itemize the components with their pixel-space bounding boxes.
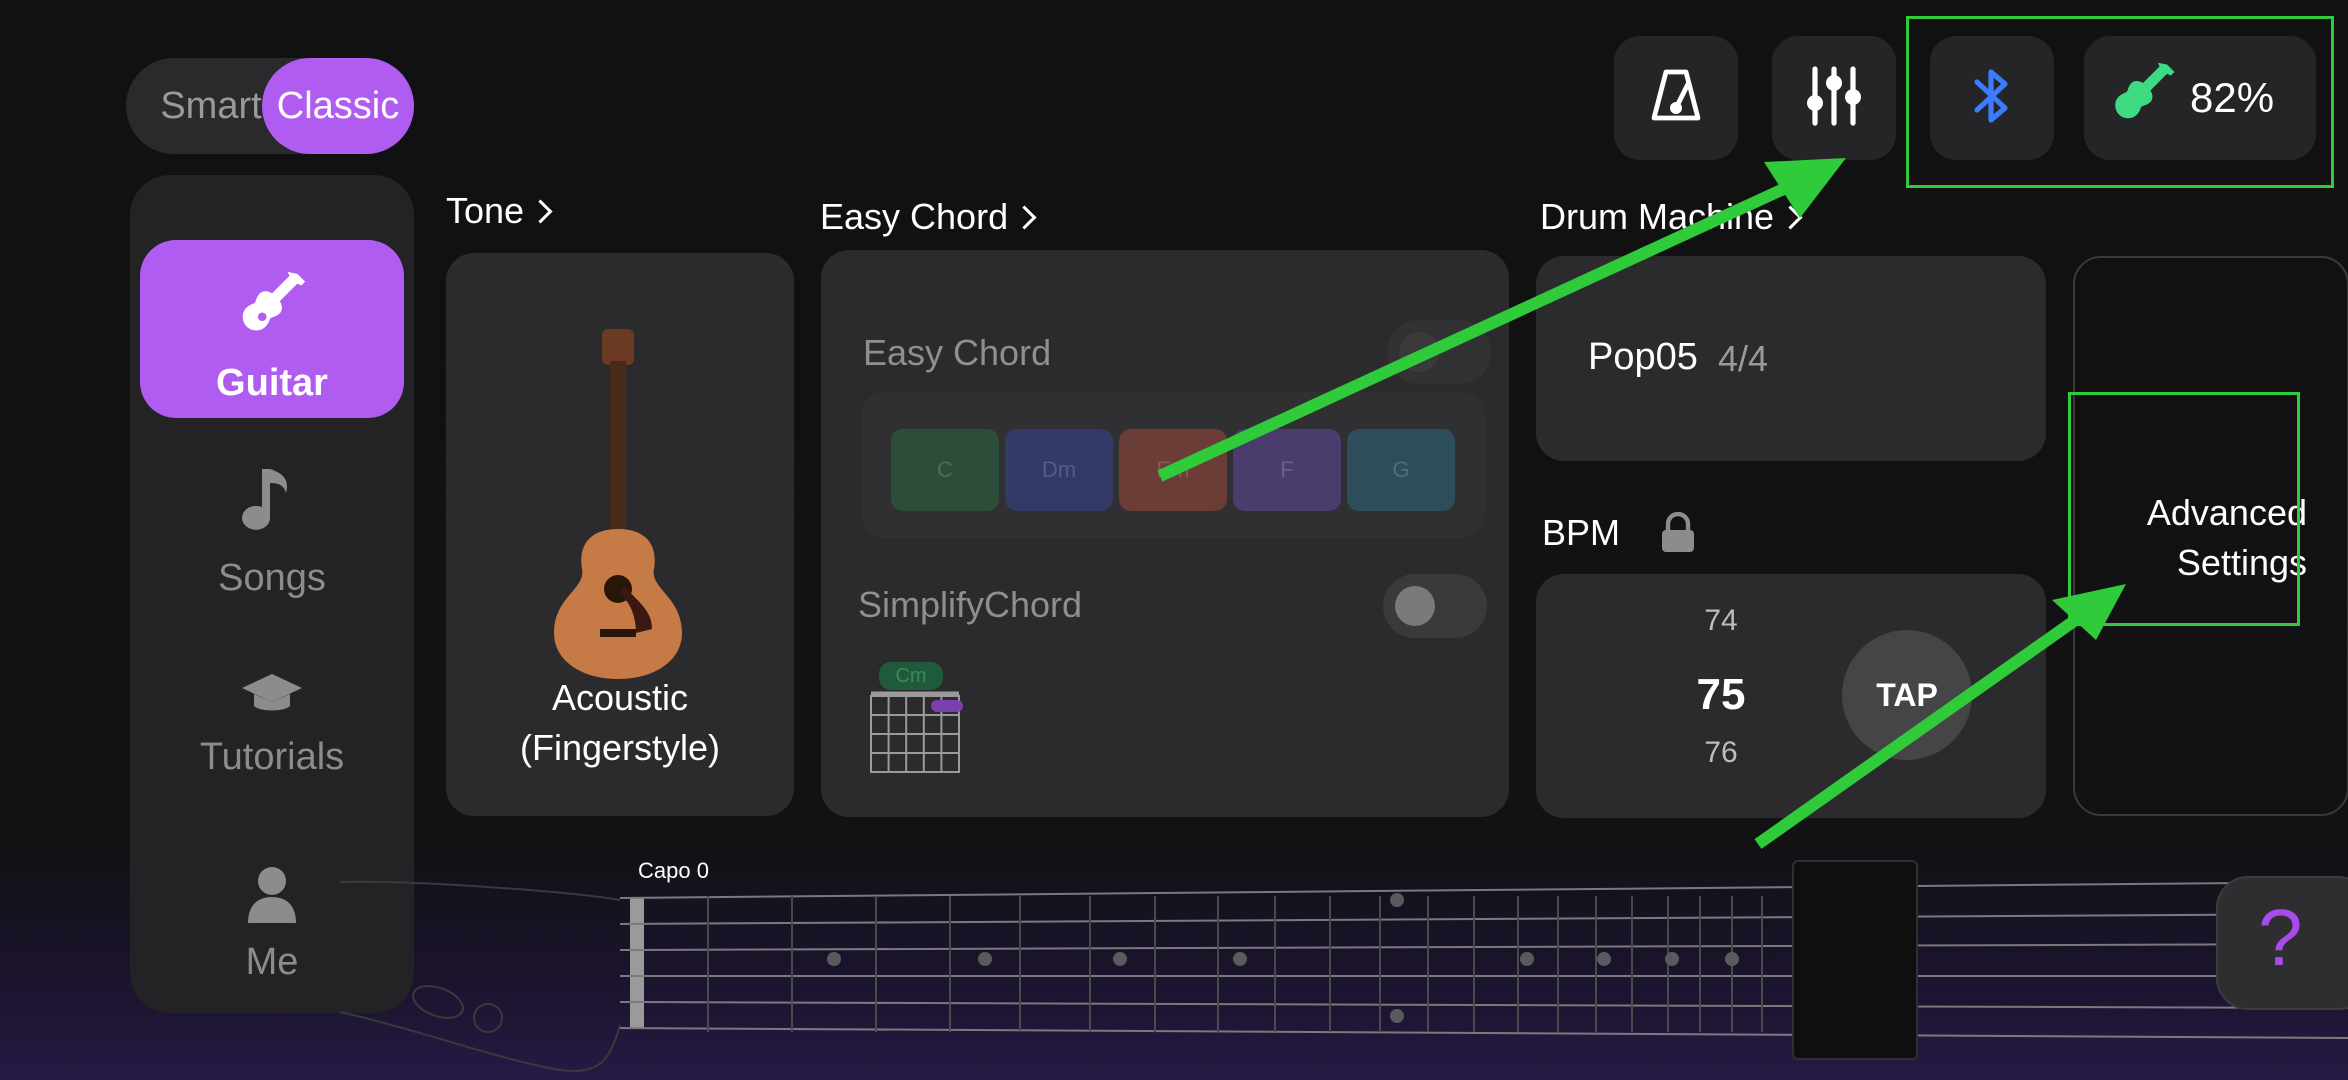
chord-chip[interactable]: G (1347, 429, 1455, 511)
bpm-next[interactable]: 76 (1676, 736, 1766, 770)
easy-chord-toggle-label: Easy Chord (863, 332, 1052, 373)
easy-chord-title: Easy Chord (820, 196, 1009, 237)
guitar-icon (140, 268, 404, 356)
highlight-box-advanced (2068, 392, 2300, 626)
easy-chord-toggle[interactable] (1387, 320, 1491, 384)
fretboard[interactable] (0, 860, 2348, 1080)
sidebar-item-tutorials[interactable]: Tutorials (140, 670, 404, 779)
help-icon: ? (2258, 893, 2303, 982)
chord-chip[interactable]: F (1233, 429, 1341, 511)
sidebar-item-label: Guitar (216, 362, 328, 404)
chord-diagram (870, 691, 963, 773)
bpm-label: BPM (1542, 512, 1621, 553)
highlight-box-connection (1906, 16, 2334, 188)
mode-toggle[interactable]: Smart Classic (126, 58, 414, 154)
chord-chip[interactable]: Em (1119, 429, 1227, 511)
drum-pattern-name: Pop05 (1588, 336, 1698, 378)
graduation-cap-icon (140, 670, 404, 730)
metronome-icon (1646, 66, 1706, 131)
drum-machine-title: Drum Machine (1540, 196, 1775, 237)
sliders-icon (1801, 63, 1867, 134)
sidebar-item-label: Songs (218, 557, 326, 599)
easy-chord-card: Easy Chord C Dm Em F G SimplifyChord Cm (821, 250, 1509, 817)
easy-chord-header[interactable]: Easy Chord (820, 196, 1037, 238)
drum-machine-header[interactable]: Drum Machine (1540, 196, 1803, 238)
bpm-card: 74 75 76 TAP (1536, 574, 2046, 818)
tone-title: Tone (446, 190, 525, 231)
mixer-button[interactable] (1772, 36, 1896, 160)
metronome-button[interactable] (1614, 36, 1738, 160)
chord-chip[interactable]: C (891, 429, 999, 511)
simplify-chord-toggle[interactable] (1383, 574, 1487, 638)
tap-button[interactable]: TAP (1842, 630, 1972, 760)
bpm-current[interactable]: 75 (1666, 670, 1776, 720)
acoustic-guitar-image (554, 329, 682, 679)
lock-icon[interactable] (1660, 511, 1696, 559)
tone-name: Acoustic (Fingerstyle) (519, 677, 721, 768)
mode-smart-option[interactable]: Smart (146, 58, 276, 154)
chord-tag: Cm (879, 662, 943, 690)
chevron-right-icon (1778, 204, 1803, 230)
chevron-right-icon (528, 198, 553, 224)
time-signature: 4/4 (1718, 338, 1769, 379)
music-note-icon (140, 465, 404, 551)
chord-chip[interactable]: Dm (1005, 429, 1113, 511)
sidebar-item-label: Tutorials (199, 736, 345, 778)
capo-slider[interactable] (1792, 860, 1918, 1060)
simplify-chord-label: SimplifyChord (858, 584, 1083, 625)
bpm-prev[interactable]: 74 (1676, 604, 1766, 638)
drum-pattern-card[interactable]: Pop05 4/4 (1536, 256, 2046, 461)
tone-card[interactable]: Acoustic (Fingerstyle) (446, 253, 794, 816)
help-button[interactable]: ? (2216, 876, 2348, 1010)
tone-header[interactable]: Tone (446, 190, 553, 232)
sidebar-item-songs[interactable]: Songs (140, 465, 404, 600)
chord-strip: C Dm Em F G (861, 392, 1485, 538)
chevron-right-icon (1012, 204, 1037, 230)
sidebar-item-guitar[interactable]: Guitar (140, 240, 404, 418)
mode-classic-option[interactable]: Classic (262, 58, 414, 154)
